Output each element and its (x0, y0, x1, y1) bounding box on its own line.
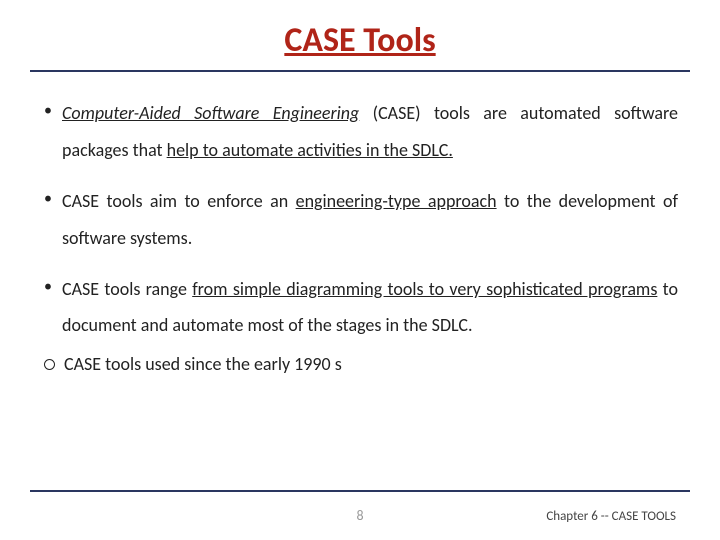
bullet-1-underline: help to automate activities in the SDLC. (167, 139, 453, 161)
sub-bullet-list: CASE tools used since the early 1990 s (42, 350, 678, 379)
slide-title: CASE Tools (42, 20, 678, 61)
slide: CASE Tools Computer-Aided Software Engin… (0, 0, 720, 540)
sub-bullet-item-1: CASE tools used since the early 1990 s (42, 350, 678, 379)
bullet-3-pre: CASE tools range (62, 278, 192, 300)
bullet-item-3: CASE tools range from simple diagramming… (42, 271, 678, 345)
divider-top (30, 70, 690, 72)
bullet-item-1: Computer-Aided Software Engineering (CAS… (42, 95, 678, 169)
bullet-item-2: CASE tools aim to enforce an engineering… (42, 183, 678, 257)
sub-bullet-1-text: CASE tools used since the early 1990 s (64, 353, 342, 375)
content-area: Computer-Aided Software Engineering (CAS… (42, 95, 678, 379)
bullet-3-underline: from simple diagramming tools to very so… (192, 278, 657, 300)
bullet-list: Computer-Aided Software Engineering (CAS… (42, 95, 678, 344)
divider-bottom (30, 490, 690, 492)
bullet-1-emphasis: Computer-Aided Software Engineering (62, 102, 359, 124)
bullet-2-underline: engineering-type approach (296, 190, 497, 212)
chapter-label: Chapter 6 -- CASE TOOLS (546, 509, 676, 524)
bullet-2-pre: CASE tools aim to enforce an (62, 190, 296, 212)
